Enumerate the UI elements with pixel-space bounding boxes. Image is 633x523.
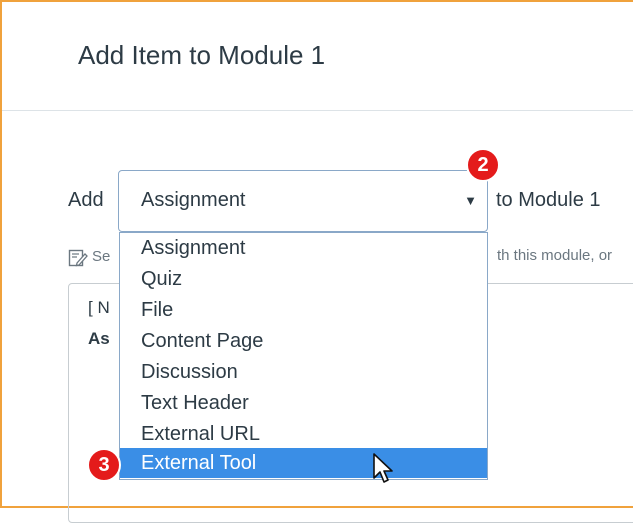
- add-label: Add: [68, 189, 104, 211]
- dropdown-option-external-url[interactable]: External URL: [120, 419, 487, 449]
- dropdown-option-external-tool[interactable]: External Tool: [120, 448, 487, 478]
- item-type-select[interactable]: Assignment ▼: [118, 170, 488, 232]
- item-type-dropdown: Assignment Quiz File Content Page Discus…: [119, 232, 488, 480]
- description-text-right-partial: th this module, or: [497, 247, 613, 264]
- box-text-line-2: As: [88, 329, 110, 348]
- dropdown-option-quiz[interactable]: Quiz: [120, 264, 487, 294]
- to-module-label: to Module 1: [496, 189, 601, 211]
- dropdown-option-text-header[interactable]: Text Header: [120, 388, 487, 418]
- dropdown-option-assignment[interactable]: Assignment: [120, 233, 487, 263]
- header-divider: [2, 110, 633, 111]
- dialog-title: Add Item to Module 1: [78, 40, 326, 70]
- dropdown-option-content-page[interactable]: Content Page: [120, 326, 487, 356]
- select-value: Assignment: [141, 189, 246, 211]
- dropdown-option-discussion[interactable]: Discussion: [120, 357, 487, 387]
- dropdown-option-file[interactable]: File: [120, 295, 487, 325]
- mouse-pointer-icon: [373, 453, 393, 483]
- step-2-badge: 2: [466, 148, 500, 182]
- box-text-line-1: [ N: [88, 298, 110, 317]
- description-text-partial: Se: [92, 248, 111, 265]
- chevron-down-icon: ▼: [464, 193, 477, 208]
- edit-icon: [68, 249, 88, 267]
- step-3-badge: 3: [87, 448, 121, 482]
